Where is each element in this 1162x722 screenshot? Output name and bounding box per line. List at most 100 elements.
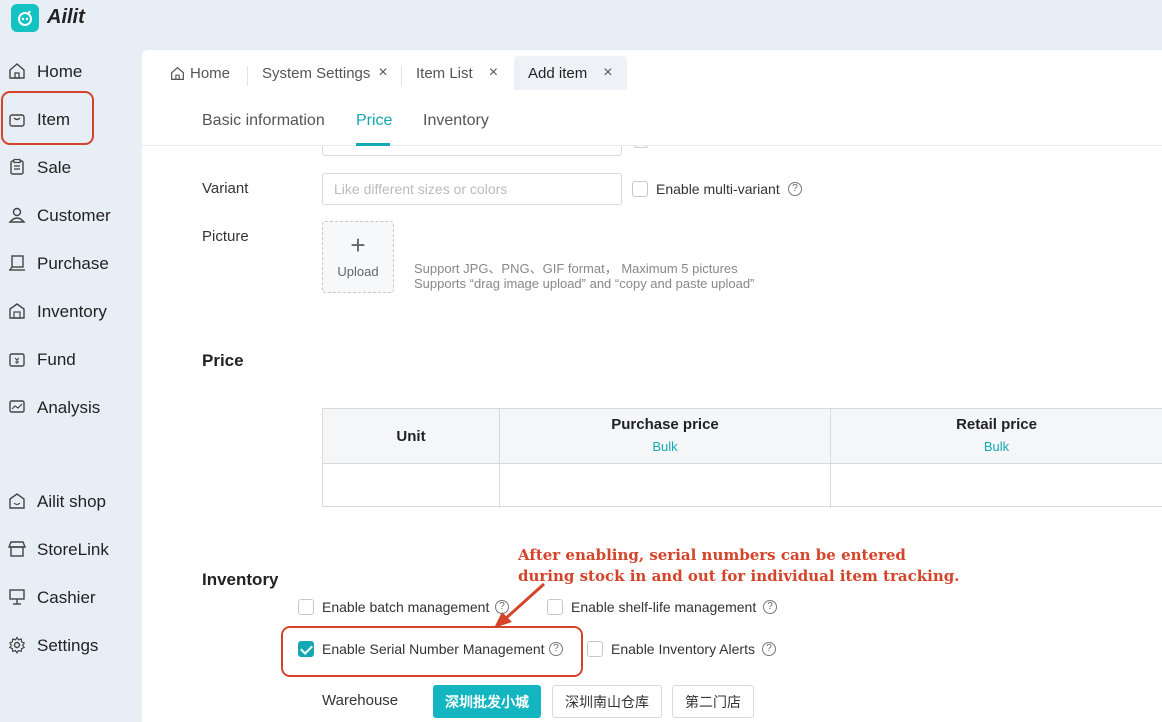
sidebar-item-label: Customer — [37, 206, 111, 225]
inventory-alerts-label: Enable Inventory Alerts — [611, 641, 755, 657]
cashier-icon — [8, 588, 26, 606]
serial-annotation: After enabling, serial numbers can be en… — [518, 545, 959, 587]
warehouse-label: Warehouse — [322, 692, 399, 709]
purchase-price-column: Purchase price Bulk — [500, 409, 831, 508]
sidebar-item-label: Fund — [37, 350, 76, 369]
sidebar-item-label: Home — [37, 62, 83, 81]
app-brand: Ailit — [47, 6, 85, 28]
gear-icon — [8, 636, 26, 654]
warehouse-option-selected[interactable]: 深圳批发小城 — [433, 685, 541, 718]
sidebar-item-sale[interactable]: Sale — [0, 146, 142, 186]
item-highlight-annotation — [1, 91, 94, 145]
sidebar-item-label: Analysis — [37, 398, 101, 417]
price-table: Unit Purchase price Bulk Retail price Bu… — [322, 408, 1162, 508]
annotation-line: during stock in and out for individual i… — [518, 567, 960, 585]
sidebar-item-label: Inventory — [37, 302, 107, 321]
upload-hint-formats: Support JPG、PNG、GIF format， Maximum 5 pi… — [414, 261, 738, 276]
help-icon[interactable]: ? — [762, 642, 776, 656]
serial-number-checkbox[interactable] — [298, 641, 314, 657]
sidebar-item-settings[interactable]: Settings — [0, 624, 142, 664]
sidebar-item-ailit-shop[interactable]: Ailit shop — [0, 480, 142, 520]
annotation-arrow — [494, 582, 546, 628]
multi-variant-label: Enable multi-variant — [656, 181, 780, 197]
user-icon — [8, 206, 26, 224]
help-icon[interactable]: ? — [549, 642, 563, 656]
sidebar-item-label: Ailit shop — [37, 492, 106, 511]
variant-input[interactable]: Like different sizes or colors — [322, 173, 622, 205]
sidebar-item-label: Cashier — [37, 588, 96, 607]
sidebar-item-customer[interactable]: Customer — [0, 194, 142, 234]
tab-add-item[interactable]: Add item × — [514, 56, 627, 90]
shelf-life-checkbox[interactable] — [547, 599, 563, 615]
top-bar: Ailit — [0, 0, 1162, 46]
sidebar-item-analysis[interactable]: Analysis — [0, 386, 142, 426]
retail-price-column: Retail price Bulk — [831, 409, 1162, 508]
subtab-inventory[interactable]: Inventory — [423, 112, 489, 130]
cart-icon — [8, 254, 26, 272]
purchase-bulk-link[interactable]: Bulk — [500, 439, 830, 454]
warehouse-option[interactable]: 深圳南山仓库 — [552, 685, 662, 718]
sidebar-item-fund[interactable]: Fund — [0, 338, 142, 378]
inventory-alerts-checkbox[interactable] — [587, 641, 603, 657]
variant-placeholder: Like different sizes or colors — [334, 181, 508, 197]
shelf-life-label: Enable shelf-life management — [571, 599, 757, 615]
upload-box[interactable]: + Upload — [322, 221, 394, 293]
clipboard-icon — [8, 158, 26, 176]
tab-system-settings[interactable]: System Settings × — [248, 56, 402, 90]
sidebar-item-purchase[interactable]: Purchase — [0, 242, 142, 282]
sidebar-item-label: Purchase — [37, 254, 109, 273]
sidebar: Home Item Sale Customer Purchase Invento… — [0, 46, 142, 722]
upload-label: Upload — [337, 264, 379, 279]
sidebar-item-label: Settings — [37, 636, 99, 655]
variant-label: Variant — [202, 180, 249, 197]
plus-icon: + — [350, 230, 366, 260]
sidebar-item-label: StoreLink — [37, 540, 109, 559]
retail-price-header: Retail price — [956, 416, 1037, 433]
main-content: Basic information Price Inventory Varian… — [142, 96, 1162, 722]
warehouse-icon — [8, 302, 26, 320]
home-icon — [170, 66, 185, 81]
batch-management-label: Enable batch management — [322, 599, 490, 615]
subtab-price[interactable]: Price — [356, 112, 392, 130]
retail-bulk-link[interactable]: Bulk — [831, 439, 1162, 454]
robot-logo-icon — [11, 4, 39, 32]
help-icon[interactable]: ? — [788, 182, 802, 196]
close-icon[interactable]: × — [603, 64, 612, 82]
tab-strip: Home System Settings × Item List × Add i… — [142, 46, 1162, 96]
upload-hint-drag: Supports “drag image upload” and “copy a… — [414, 276, 755, 291]
tab-item-list[interactable]: Item List × — [402, 56, 512, 90]
tab-label: Home — [190, 64, 231, 82]
help-icon[interactable]: ? — [495, 600, 509, 614]
tab-label: Add item — [528, 64, 588, 82]
tab-home[interactable]: Home — [156, 56, 244, 90]
unit-header: Unit — [396, 428, 426, 445]
warehouse-option[interactable]: 第二门店 — [672, 685, 754, 718]
help-icon[interactable]: ? — [763, 600, 777, 614]
subtab-bar: Basic information Price Inventory — [142, 96, 1162, 146]
sidebar-item-home[interactable]: Home — [0, 50, 142, 90]
purchase-price-header: Purchase price — [611, 416, 719, 433]
tab-label: System Settings — [262, 64, 371, 82]
sidebar-item-cashier[interactable]: Cashier — [0, 576, 142, 616]
sidebar-item-inventory[interactable]: Inventory — [0, 290, 142, 330]
close-icon[interactable]: × — [489, 64, 498, 82]
shop-icon — [8, 492, 26, 510]
price-section-title: Price — [202, 351, 244, 370]
batch-management-checkbox[interactable] — [298, 599, 314, 615]
close-icon[interactable]: × — [378, 64, 387, 82]
serial-number-label: Enable Serial Number Management — [322, 641, 545, 657]
annotation-line: After enabling, serial numbers can be en… — [518, 546, 906, 564]
picture-label: Picture — [202, 228, 249, 245]
multi-variant-checkbox[interactable] — [632, 181, 648, 197]
sidebar-item-storelink[interactable]: StoreLink — [0, 528, 142, 568]
wallet-icon — [8, 350, 26, 368]
inventory-section-title: Inventory — [202, 570, 279, 589]
chart-icon — [8, 398, 26, 416]
home-icon — [8, 62, 26, 80]
tab-label: Item List — [416, 64, 473, 82]
subtab-basic-information[interactable]: Basic information — [202, 112, 325, 130]
subtab-active-indicator — [356, 143, 390, 146]
store-icon — [8, 540, 26, 558]
sidebar-item-label: Sale — [37, 158, 72, 177]
unit-column: Unit — [323, 409, 500, 508]
